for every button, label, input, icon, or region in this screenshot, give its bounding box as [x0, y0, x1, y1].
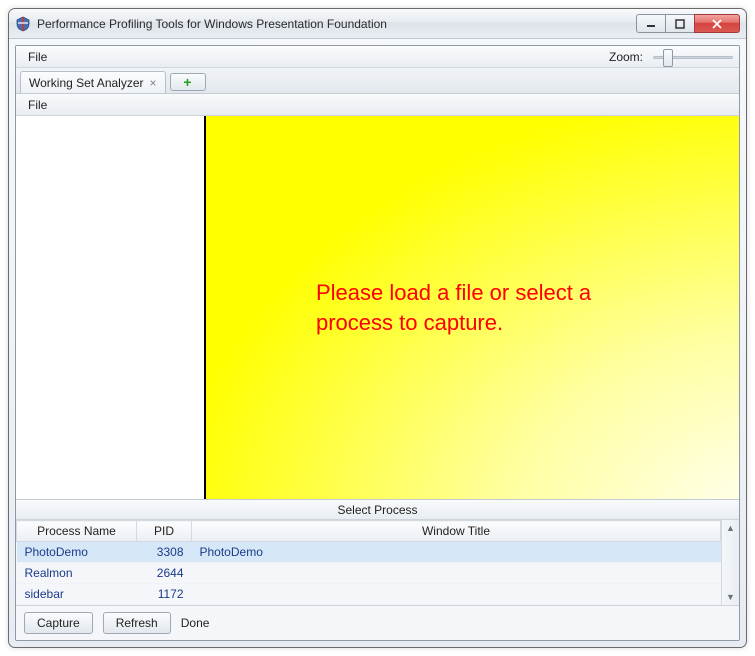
col-window-title[interactable]: Window Title: [192, 521, 721, 542]
scroll-down-icon[interactable]: ▼: [722, 589, 739, 605]
cell-window-title: [192, 584, 721, 605]
cell-window-title: [192, 563, 721, 584]
inner-menubar: File: [16, 94, 739, 116]
client-area: File Zoom: Working Set Analyzer × + File…: [15, 45, 740, 641]
table-row[interactable]: PhotoDemo3308PhotoDemo: [17, 542, 721, 563]
refresh-button[interactable]: Refresh: [103, 612, 171, 634]
zoom-thumb[interactable]: [663, 49, 673, 67]
left-pane[interactable]: [16, 116, 206, 499]
menubar: File Zoom:: [16, 46, 739, 68]
close-button[interactable]: [694, 14, 740, 33]
cell-pid: 3308: [137, 542, 192, 563]
titlebar[interactable]: Performance Profiling Tools for Windows …: [9, 9, 746, 39]
main-area: Please load a file or select a process t…: [16, 116, 739, 499]
zoom-slider[interactable]: [653, 54, 733, 60]
table-row[interactable]: Realmon2644: [17, 563, 721, 584]
window-controls: [637, 14, 740, 33]
table-scrollbar[interactable]: ▲ ▼: [721, 520, 739, 605]
table-row[interactable]: sidebar1172: [17, 584, 721, 605]
maximize-button[interactable]: [665, 14, 695, 33]
inner-menu-file[interactable]: File: [22, 96, 53, 114]
plus-icon: +: [183, 75, 191, 89]
right-pane: Please load a file or select a process t…: [206, 116, 739, 499]
cell-process-name: PhotoDemo: [17, 542, 137, 563]
tab-working-set-analyzer[interactable]: Working Set Analyzer ×: [20, 71, 166, 93]
tab-label: Working Set Analyzer: [29, 76, 144, 90]
close-tab-icon[interactable]: ×: [150, 77, 157, 89]
add-tab-button[interactable]: +: [170, 73, 206, 91]
capture-button[interactable]: Capture: [24, 612, 93, 634]
app-window: Performance Profiling Tools for Windows …: [8, 8, 747, 648]
process-table: Process Name PID Window Title PhotoDemo3…: [16, 520, 721, 605]
process-table-wrap: Process Name PID Window Title PhotoDemo3…: [16, 520, 739, 606]
cell-pid: 2644: [137, 563, 192, 584]
col-process-name[interactable]: Process Name: [17, 521, 137, 542]
cell-window-title: PhotoDemo: [192, 542, 721, 563]
menu-file[interactable]: File: [22, 48, 53, 66]
process-panel-header: Select Process: [16, 500, 739, 520]
button-row: Capture Refresh Done: [16, 606, 739, 640]
scroll-up-icon[interactable]: ▲: [722, 520, 739, 536]
cell-process-name: sidebar: [17, 584, 137, 605]
cell-pid: 1172: [137, 584, 192, 605]
app-icon: [15, 16, 31, 32]
zoom-label: Zoom:: [609, 50, 643, 64]
cell-process-name: Realmon: [17, 563, 137, 584]
window-title: Performance Profiling Tools for Windows …: [37, 17, 637, 31]
process-panel: Select Process Process Name PID Window T…: [16, 499, 739, 640]
col-pid[interactable]: PID: [137, 521, 192, 542]
minimize-button[interactable]: [636, 14, 666, 33]
tabstrip: Working Set Analyzer × +: [16, 68, 739, 94]
status-text: Done: [181, 616, 210, 630]
placeholder-text: Please load a file or select a process t…: [316, 278, 636, 337]
